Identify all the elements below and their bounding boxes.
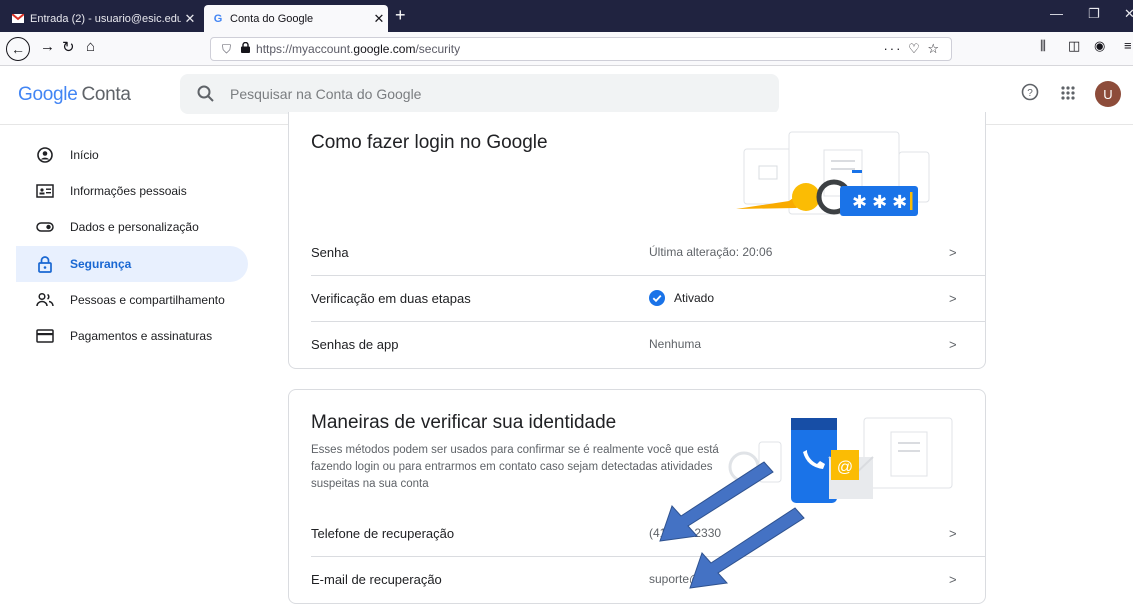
card-description: Esses métodos podem ser usados para conf… <box>311 444 719 490</box>
minimize-icon[interactable]: — <box>1050 6 1063 21</box>
forward-button[interactable]: → <box>40 38 55 55</box>
row-value-wrap: Ativado <box>649 290 714 306</box>
lock-icon <box>241 41 251 56</box>
row-value: suporte@es <box>649 572 714 586</box>
row-label: Telefone de recuperação <box>311 525 455 541</box>
menu-icon[interactable]: ≡ <box>1124 38 1132 53</box>
check-circle-icon <box>649 290 665 306</box>
search-icon <box>196 84 216 104</box>
close-window-icon[interactable]: ✕ <box>1124 6 1133 22</box>
search-input[interactable]: Pesquisar na Conta do Google <box>230 86 421 102</box>
browser-nav-bar: ← → ↻ ⌂ ⛉ https://myaccount.google.com/s… <box>0 32 1133 66</box>
tab-gmail[interactable]: Entrada (2) - usuario@esic.edu ✕ <box>7 5 199 32</box>
sidebar-item-label: Pessoas e compartilhamento <box>70 293 225 307</box>
row-value: Nenhuma <box>649 337 702 351</box>
restore-icon[interactable]: ❐ <box>1088 6 1100 22</box>
svg-text:✱ ✱ ✱: ✱ ✱ ✱ <box>852 192 907 212</box>
sidebar-item-label: Início <box>70 148 99 162</box>
close-tab-icon[interactable]: ✕ <box>370 11 388 27</box>
sidebar-item-label: Dados e personalização <box>70 220 199 234</box>
url-text: https://myaccount.google.com/security <box>256 42 461 56</box>
sidebar-item-payments[interactable]: Pagamentos e assinaturas <box>16 318 248 354</box>
sidebar-item-label: Segurança <box>70 257 132 271</box>
chevron-right-icon: > <box>949 336 957 352</box>
search-box[interactable]: Pesquisar na Conta do Google <box>180 74 779 114</box>
sidebar-item-inicio[interactable]: Início <box>16 137 248 173</box>
row-value: (41) 9 9-2330 <box>649 526 722 540</box>
identity-card: Maneiras de verificar sua identidade Ess… <box>288 389 986 604</box>
row-value: Última alteração: 20:06 <box>649 245 773 259</box>
sidebar-item-label: Informações pessoais <box>70 184 187 198</box>
shield-icon: ⛉ <box>222 41 232 56</box>
library-icon[interactable]: ⫼ <box>1040 38 1046 54</box>
row-value: Ativado <box>674 291 715 305</box>
home-button[interactable]: ⌂ <box>86 38 95 55</box>
row-label: E-mail de recuperação <box>311 571 442 587</box>
id-card-icon <box>35 184 55 198</box>
new-tab-button[interactable]: + <box>395 5 406 25</box>
sidebar-item-label: Pagamentos e assinaturas <box>70 329 213 343</box>
identity-illustration: @ <box>727 417 953 503</box>
chevron-right-icon: > <box>949 244 957 260</box>
avatar[interactable]: U <box>1095 81 1121 107</box>
row-label: Senha <box>311 244 349 260</box>
sidebar-item-personal-info[interactable]: Informações pessoais <box>16 173 248 209</box>
chevron-right-icon: > <box>949 290 957 306</box>
account-icon[interactable]: ◉ <box>1094 38 1105 54</box>
tab-title: Conta do Google <box>230 12 314 25</box>
google-wordmark: Google <box>18 84 78 105</box>
apps-grid-icon[interactable] <box>1060 85 1076 106</box>
credit-card-icon <box>35 329 55 343</box>
browser-tab-bar: Entrada (2) - usuario@esic.edu ✕ G Conta… <box>0 0 1133 32</box>
google-account-logo[interactable]: Google Conta <box>18 84 131 106</box>
recovery-phone-row[interactable]: Telefone de recuperação (41) 9 9-2330 > <box>289 510 985 556</box>
people-icon <box>35 292 55 308</box>
help-icon[interactable]: ? <box>1021 83 1039 106</box>
google-icon: G <box>213 12 223 25</box>
chevron-right-icon: > <box>949 571 957 587</box>
chevron-right-icon: > <box>949 525 957 541</box>
app-passwords-row[interactable]: Senhas de app Nenhuma > <box>289 321 985 367</box>
signin-illustration: ✱ ✱ ✱ <box>736 131 930 216</box>
sidebar-item-security[interactable]: Segurança <box>16 246 248 282</box>
reload-button[interactable]: ↻ <box>62 38 75 56</box>
close-tab-icon[interactable]: ✕ <box>181 11 199 27</box>
row-label: Verificação em duas etapas <box>311 290 471 306</box>
toggle-icon <box>35 222 55 232</box>
sidebar-icon[interactable]: ◫ <box>1068 38 1080 54</box>
signin-card: Como fazer login no Google ✱ ✱ ✱ Senha Ú… <box>288 112 986 369</box>
page-actions[interactable]: ··· ♡ ☆ <box>883 41 941 57</box>
tab-title: Entrada (2) - usuario@esic.edu <box>30 12 181 25</box>
logo-conta-text: Conta <box>81 84 131 105</box>
sidebar-item-data-privacy[interactable]: Dados e personalização <box>16 209 248 245</box>
password-row[interactable]: Senha Última alteração: 20:06 > <box>289 229 985 275</box>
svg-text:?: ? <box>1027 88 1033 99</box>
card-title: Como fazer login no Google <box>311 132 548 153</box>
card-title: Maneiras de verificar sua identidade <box>311 412 617 433</box>
recovery-email-row[interactable]: E-mail de recuperação suporte@es > <box>289 556 985 602</box>
url-bar[interactable]: ⛉ https://myaccount.google.com/security … <box>210 37 952 61</box>
row-label: Senhas de app <box>311 336 399 352</box>
sidebar-item-people-sharing[interactable]: Pessoas e compartilhamento <box>16 282 248 318</box>
back-button[interactable]: ← <box>6 37 30 61</box>
tab-google-account[interactable]: G Conta do Google ✕ <box>204 5 388 32</box>
person-circle-icon <box>35 147 55 163</box>
two-step-row[interactable]: Verificação em duas etapas Ativado > <box>289 275 985 321</box>
svg-text:@: @ <box>837 459 853 476</box>
lock-icon <box>35 255 55 273</box>
gmail-icon <box>12 14 24 24</box>
